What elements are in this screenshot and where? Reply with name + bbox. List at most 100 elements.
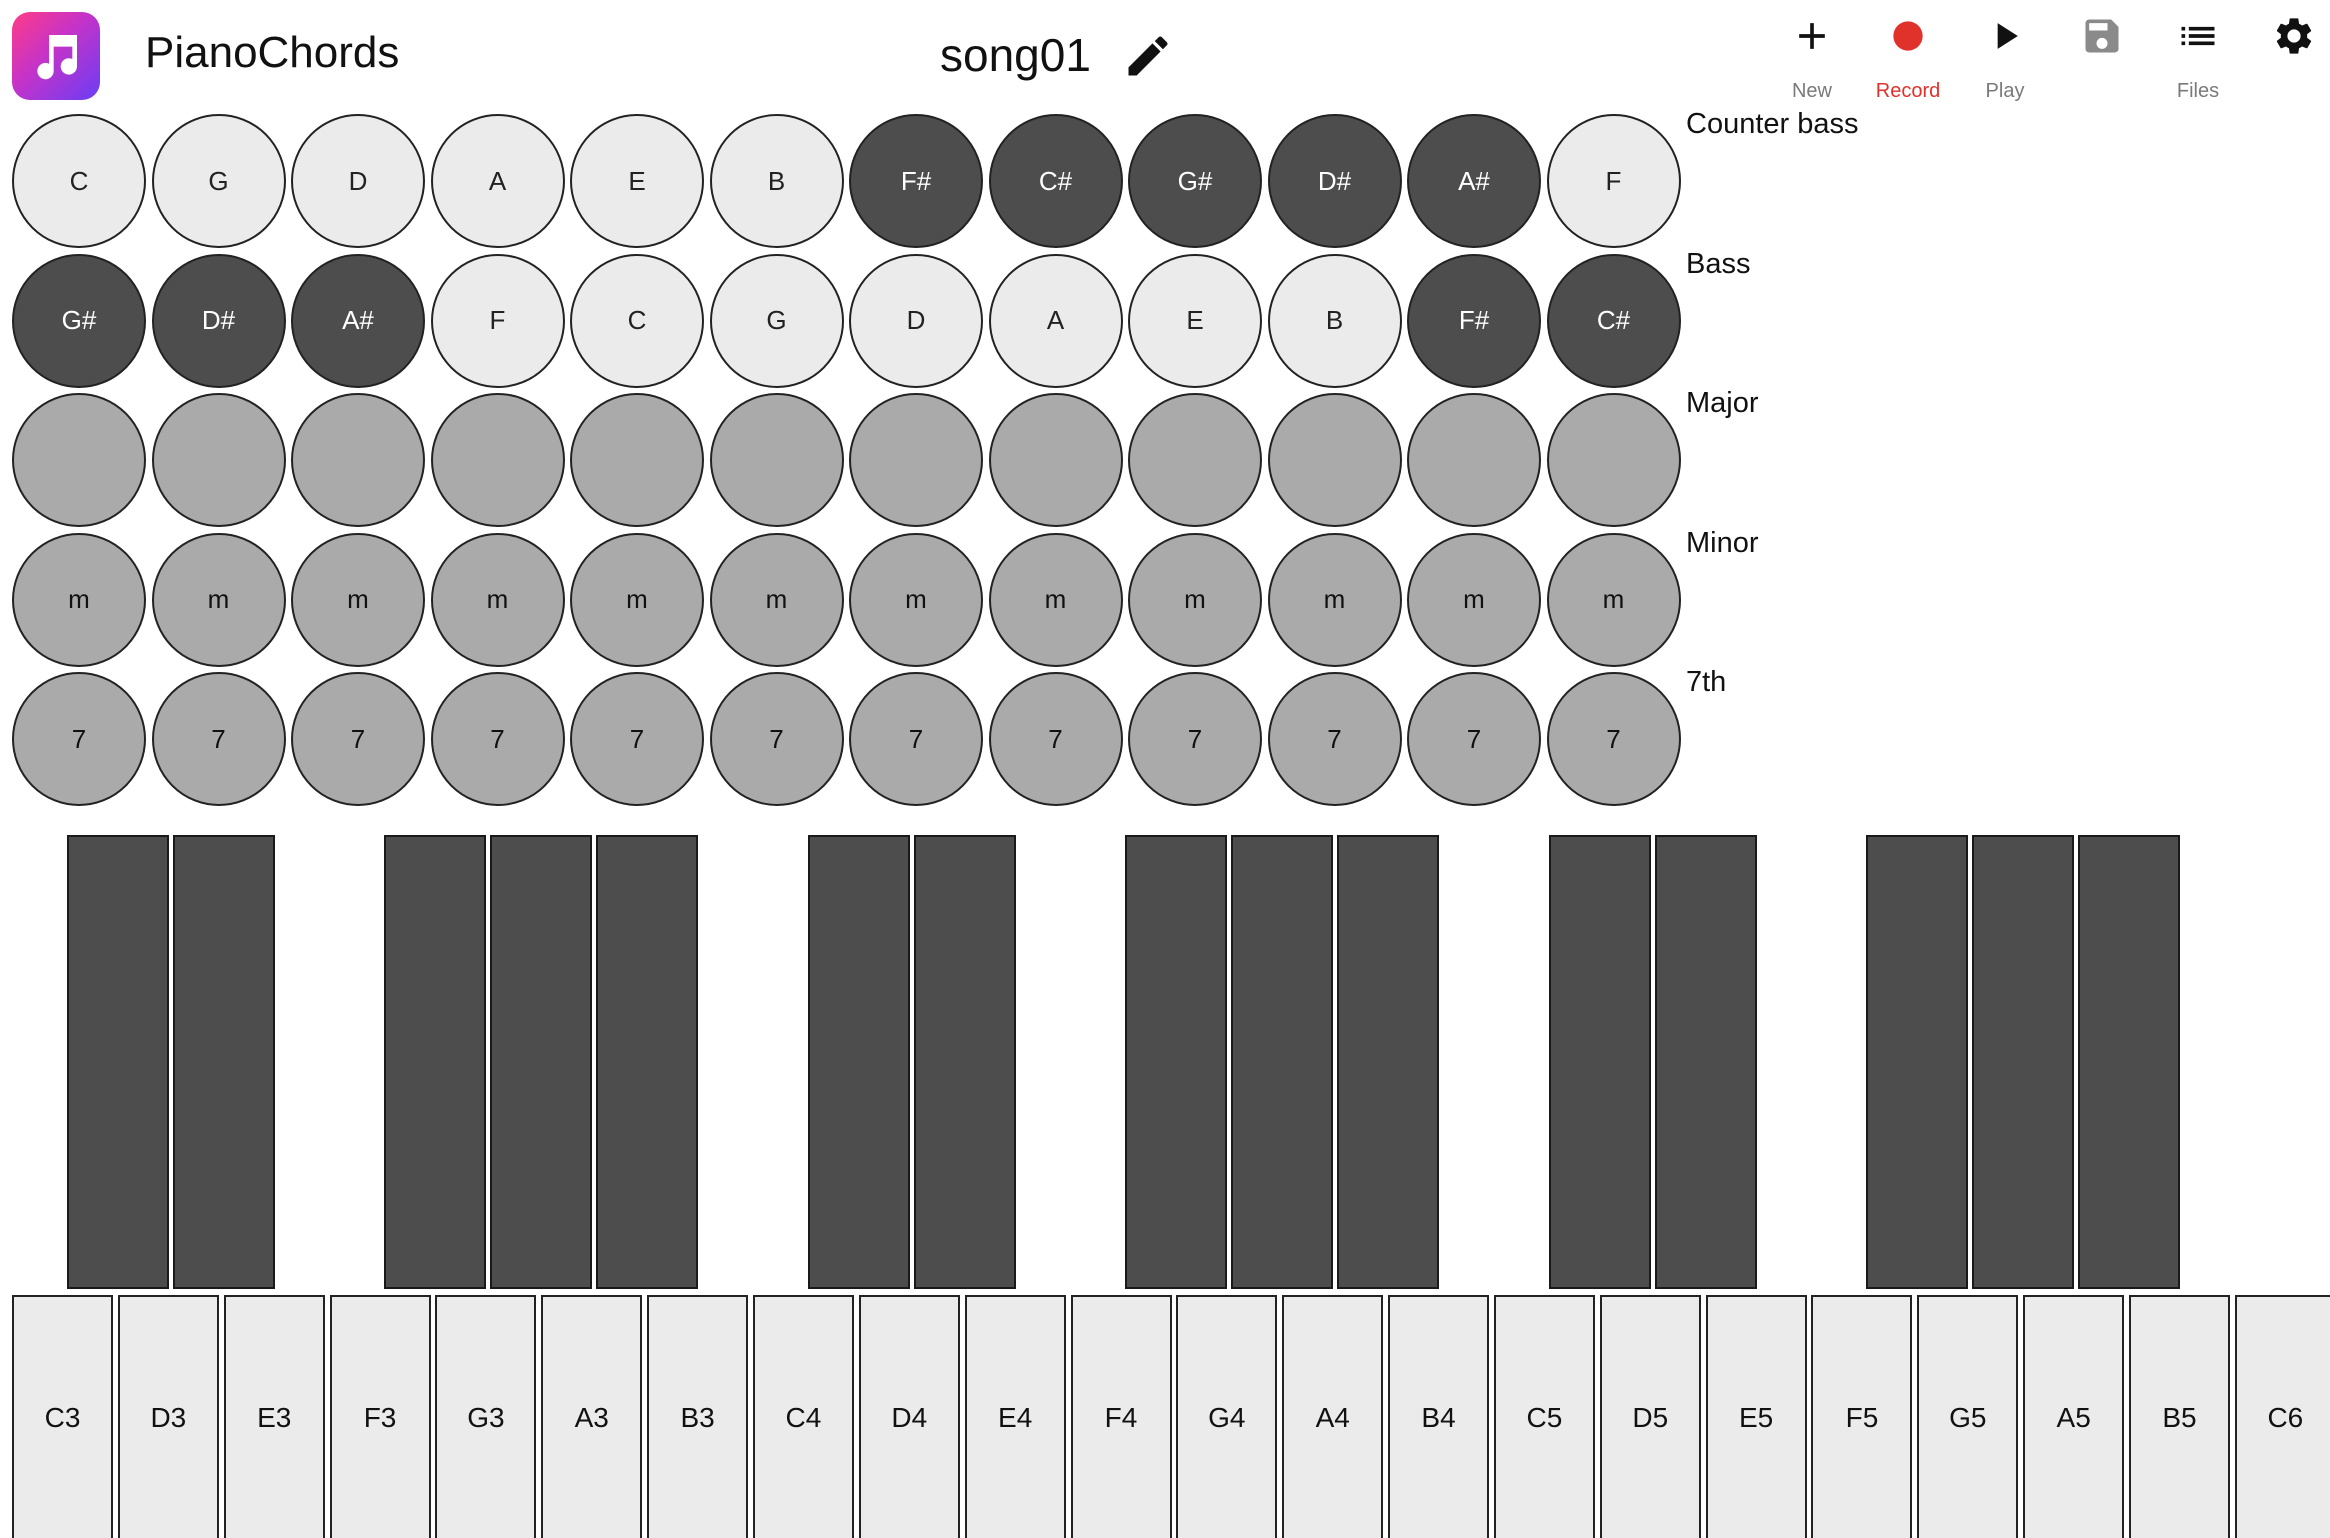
bass-button[interactable]: C# <box>1546 253 1681 388</box>
song-title[interactable]: song01 <box>940 28 1091 82</box>
bass-button[interactable]: A# <box>291 253 425 388</box>
major-button[interactable] <box>1407 393 1541 527</box>
white-key[interactable]: C3 <box>12 1295 113 1538</box>
counter-bass-button[interactable]: A <box>430 114 565 248</box>
bass-button[interactable]: E <box>1128 253 1262 388</box>
white-key[interactable]: D4 <box>858 1295 960 1538</box>
white-key[interactable]: A4 <box>1282 1295 1384 1538</box>
seventh-button[interactable]: 7 <box>1407 672 1541 806</box>
seventh-button[interactable]: 7 <box>430 672 565 806</box>
white-key[interactable]: C6 <box>2234 1295 2330 1538</box>
black-key[interactable] <box>66 835 169 1289</box>
white-key[interactable]: E5 <box>1705 1295 1807 1538</box>
white-key[interactable]: F4 <box>1070 1295 1172 1538</box>
major-button[interactable] <box>988 393 1123 527</box>
white-key[interactable]: G4 <box>1176 1295 1278 1538</box>
counter-bass-button[interactable]: G <box>151 114 286 248</box>
black-key[interactable] <box>1654 835 1757 1289</box>
seventh-button[interactable]: 7 <box>570 672 704 806</box>
black-key[interactable] <box>490 835 593 1289</box>
counter-bass-button[interactable]: A# <box>1407 114 1541 248</box>
white-key[interactable]: G5 <box>1917 1295 2019 1538</box>
white-key[interactable]: D5 <box>1599 1295 1701 1538</box>
major-button[interactable] <box>12 393 146 527</box>
major-button[interactable] <box>1267 393 1402 527</box>
bass-button[interactable]: D# <box>151 253 286 388</box>
edit-song-name-button[interactable] <box>1122 30 1174 82</box>
black-key[interactable] <box>807 835 910 1289</box>
black-key[interactable] <box>1337 835 1440 1289</box>
counter-bass-button[interactable]: C# <box>988 114 1123 248</box>
white-key[interactable]: G3 <box>435 1295 537 1538</box>
black-key[interactable] <box>1231 835 1334 1289</box>
minor-button[interactable]: m <box>570 532 704 667</box>
major-button[interactable] <box>1128 393 1262 527</box>
black-key[interactable] <box>1548 835 1651 1289</box>
seventh-button[interactable]: 7 <box>1267 672 1402 806</box>
white-key[interactable]: F3 <box>329 1295 431 1538</box>
bass-button[interactable]: B <box>1267 253 1402 388</box>
record-button[interactable]: Record <box>1858 14 1958 110</box>
white-key[interactable]: F5 <box>1811 1295 1913 1538</box>
counter-bass-button[interactable]: D# <box>1267 114 1402 248</box>
bass-button[interactable]: D <box>849 253 983 388</box>
black-key[interactable] <box>2078 835 2180 1289</box>
seventh-button[interactable]: 7 <box>709 672 844 806</box>
black-key[interactable] <box>1972 835 2075 1289</box>
black-key[interactable] <box>1866 835 1969 1289</box>
new-button[interactable]: New <box>1762 14 1862 110</box>
white-key[interactable]: B5 <box>2129 1295 2230 1538</box>
white-key[interactable]: B4 <box>1388 1295 1490 1538</box>
settings-button[interactable] <box>2244 14 2330 110</box>
minor-button[interactable]: m <box>1546 532 1681 667</box>
major-button[interactable] <box>570 393 704 527</box>
seventh-button[interactable]: 7 <box>1128 672 1262 806</box>
minor-button[interactable]: m <box>291 532 425 667</box>
bass-button[interactable]: F <box>430 253 565 388</box>
major-button[interactable] <box>291 393 425 527</box>
counter-bass-button[interactable]: G# <box>1128 114 1262 248</box>
black-key[interactable] <box>1125 835 1228 1289</box>
minor-button[interactable]: m <box>151 532 286 667</box>
white-key[interactable]: C4 <box>752 1295 854 1538</box>
seventh-button[interactable]: 7 <box>849 672 983 806</box>
counter-bass-button[interactable]: C <box>12 114 146 248</box>
white-key[interactable]: B3 <box>647 1295 749 1538</box>
counter-bass-button[interactable]: F# <box>849 114 983 248</box>
white-key[interactable]: D3 <box>117 1295 219 1538</box>
seventh-button[interactable]: 7 <box>151 672 286 806</box>
minor-button[interactable]: m <box>1267 532 1402 667</box>
bass-button[interactable]: C <box>570 253 704 388</box>
minor-button[interactable]: m <box>12 532 146 667</box>
files-button[interactable]: Files <box>2148 14 2248 110</box>
major-button[interactable] <box>430 393 565 527</box>
save-button[interactable] <box>2052 14 2152 110</box>
counter-bass-button[interactable]: B <box>709 114 844 248</box>
counter-bass-button[interactable]: D <box>291 114 425 248</box>
major-button[interactable] <box>151 393 286 527</box>
major-button[interactable] <box>709 393 844 527</box>
bass-button[interactable]: F# <box>1407 253 1541 388</box>
minor-button[interactable]: m <box>849 532 983 667</box>
play-button[interactable]: Play <box>1955 14 2055 110</box>
black-key[interactable] <box>913 835 1016 1289</box>
minor-button[interactable]: m <box>988 532 1123 667</box>
white-key[interactable]: A5 <box>2023 1295 2125 1538</box>
seventh-button[interactable]: 7 <box>12 672 146 806</box>
black-key[interactable] <box>384 835 487 1289</box>
white-key[interactable]: E4 <box>964 1295 1066 1538</box>
counter-bass-button[interactable]: F <box>1546 114 1681 248</box>
minor-button[interactable]: m <box>1128 532 1262 667</box>
seventh-button[interactable]: 7 <box>291 672 425 806</box>
bass-button[interactable]: A <box>988 253 1123 388</box>
bass-button[interactable]: G# <box>12 253 146 388</box>
white-key[interactable]: C5 <box>1493 1295 1595 1538</box>
bass-button[interactable]: G <box>709 253 844 388</box>
minor-button[interactable]: m <box>430 532 565 667</box>
white-key[interactable]: A3 <box>541 1295 643 1538</box>
counter-bass-button[interactable]: E <box>570 114 704 248</box>
black-key[interactable] <box>172 835 275 1289</box>
minor-button[interactable]: m <box>1407 532 1541 667</box>
major-button[interactable] <box>1546 393 1681 527</box>
seventh-button[interactable]: 7 <box>988 672 1123 806</box>
